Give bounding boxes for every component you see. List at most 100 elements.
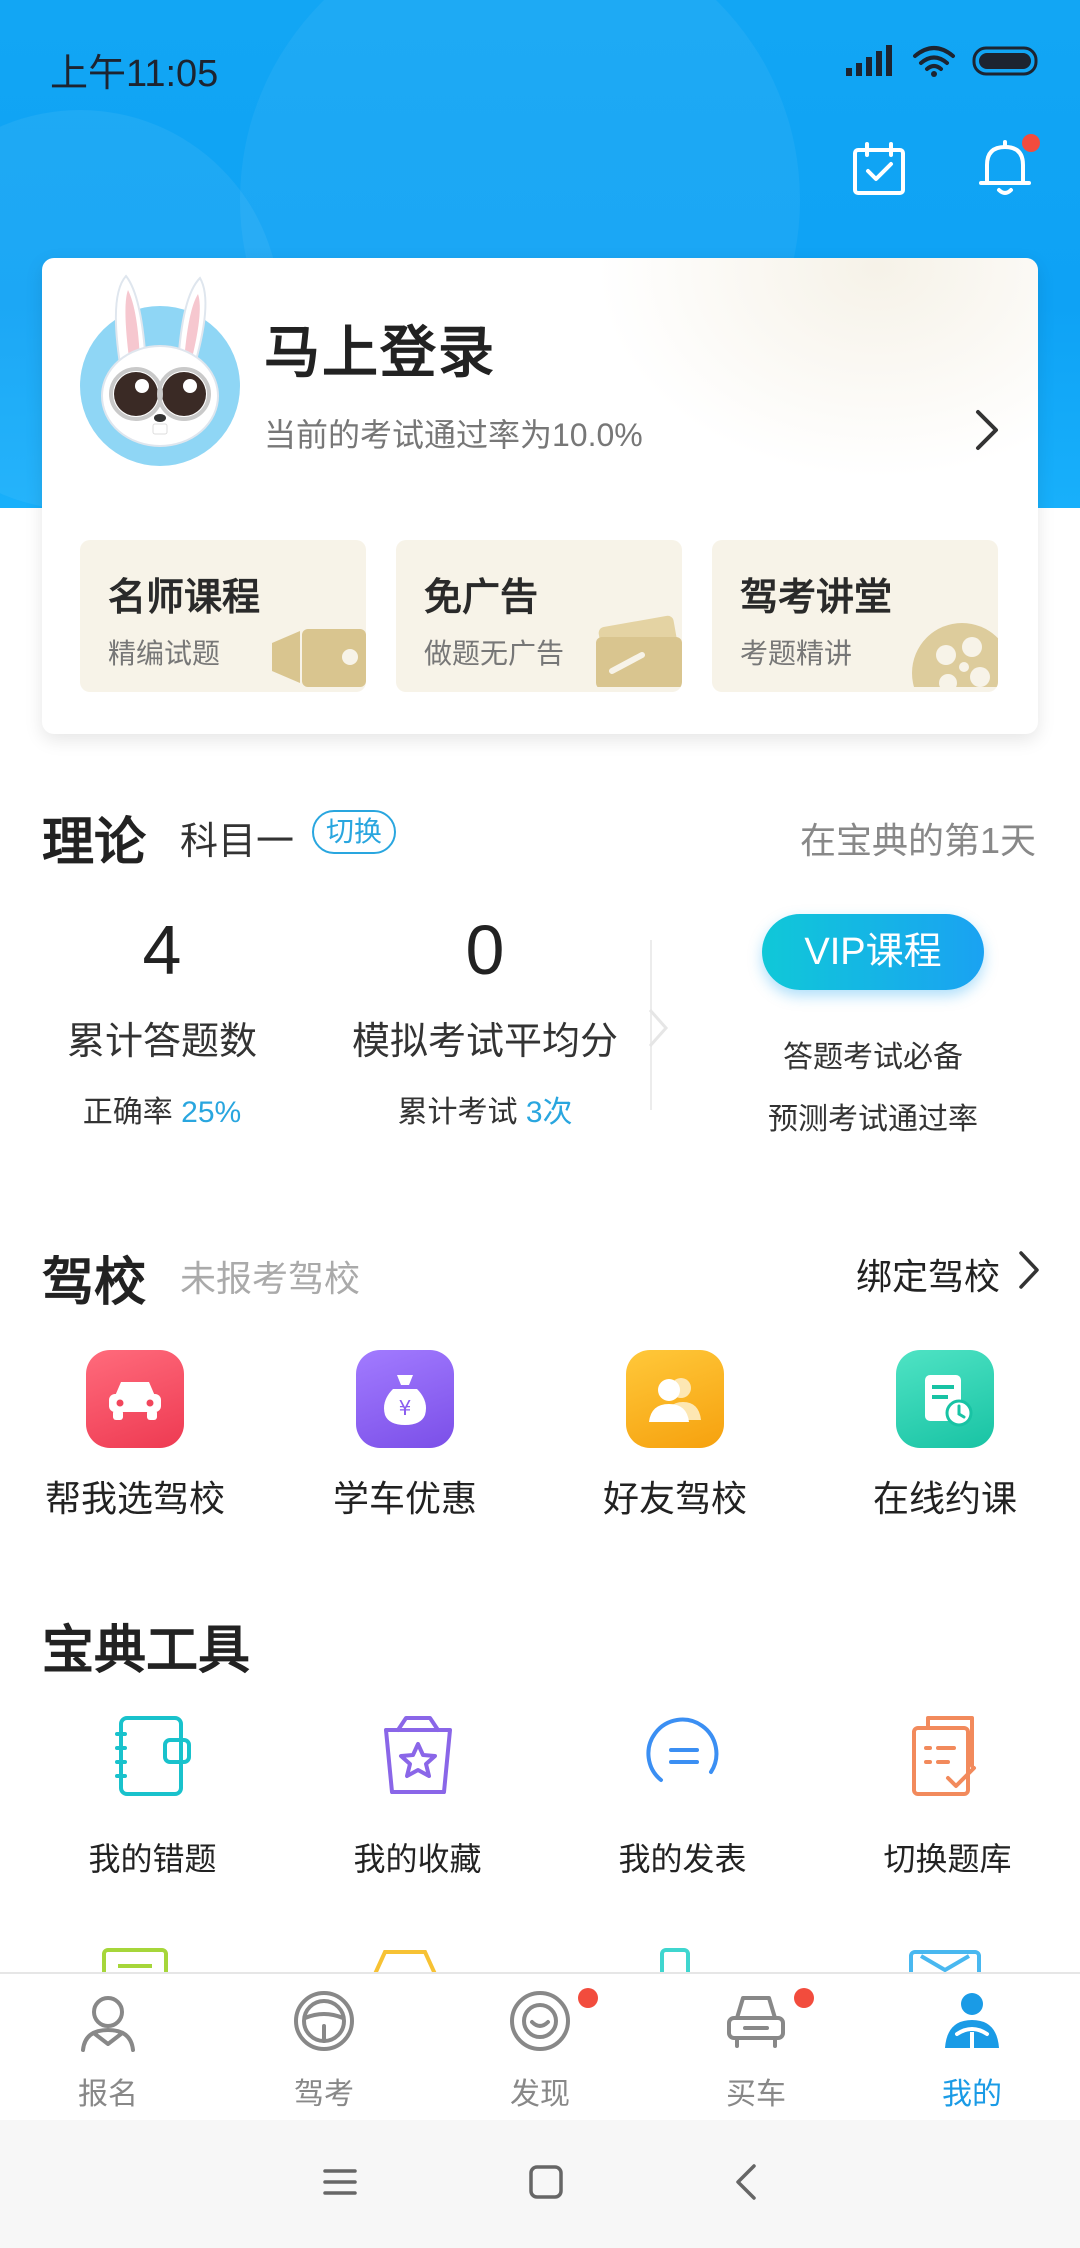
battery-icon xyxy=(972,44,1042,83)
signal-icon xyxy=(846,44,896,83)
theory-subject: 科目一 xyxy=(180,821,295,863)
exam-count-line: 累计考试 3次 xyxy=(330,1087,640,1131)
feature-title: 名师课程 xyxy=(108,577,261,619)
online-booking-shortcut[interactable]: 在线约课 xyxy=(810,1350,1080,1522)
notebook-icon xyxy=(105,1708,201,1804)
feature-no-ads[interactable]: 免广告 做题无广告 xyxy=(396,540,682,692)
my-favorites-tool[interactable]: 我的收藏 xyxy=(285,1708,550,1880)
exam-count-value: 3次 xyxy=(525,1096,573,1129)
discover-badge xyxy=(578,1988,598,2008)
friends-icon xyxy=(626,1350,724,1448)
next-tools-row xyxy=(0,1944,1080,1974)
rabbit-mascot-icon xyxy=(101,274,219,447)
star-bag-icon xyxy=(370,1708,466,1804)
back-icon[interactable] xyxy=(734,2162,758,2207)
home-icon[interactable] xyxy=(528,2164,564,2205)
profile-icon xyxy=(939,1988,1005,2059)
chevron-right-icon xyxy=(1018,1250,1040,1299)
days-in-app: 在宝典的第1天 xyxy=(799,820,1036,861)
profile-card: 马上登录 当前的考试通过率为10.0% 名师课程 精编试题 免广告 做题无广告 … xyxy=(42,258,1038,734)
tool-label: 切换题库 xyxy=(883,1841,1012,1877)
choose-school-shortcut[interactable]: 帮我选驾校 xyxy=(0,1350,270,1522)
my-mistakes-tool[interactable]: 我的错题 xyxy=(20,1708,285,1880)
feature-subtitle: 精编试题 xyxy=(108,638,221,669)
learning-discount-shortcut[interactable]: ¥ 学车优惠 xyxy=(270,1350,540,1522)
tools-title: 宝典工具 xyxy=(42,1622,251,1680)
feature-row: 名师课程 精编试题 免广告 做题无广告 驾考讲堂 考题精讲 xyxy=(80,540,998,692)
exam-count-label: 累计考试 xyxy=(397,1096,518,1129)
feature-famous-teacher-course[interactable]: 名师课程 精编试题 xyxy=(80,540,366,692)
answered-count: 4 xyxy=(142,911,182,989)
switch-subject-button[interactable]: 切换 xyxy=(312,810,397,854)
switch-question-bank-tool[interactable]: 切换题库 xyxy=(815,1708,1080,1880)
check-in-button[interactable] xyxy=(848,140,910,202)
money-bag-icon: ¥ xyxy=(356,1350,454,1448)
notification-badge xyxy=(1022,134,1040,152)
accuracy-value: 25% xyxy=(181,1096,242,1129)
driving-school-shortcuts: 帮我选驾校 ¥ 学车优惠 好友驾校 在线约课 xyxy=(0,1350,1080,1522)
tab-label: 我的 xyxy=(942,2078,1002,2111)
friends-school-shortcut[interactable]: 好友驾校 xyxy=(540,1350,810,1522)
discover-icon xyxy=(507,1988,573,2059)
card-stack-icon xyxy=(592,615,682,692)
film-reel-icon xyxy=(908,617,998,692)
bind-school-link[interactable]: 绑定驾校 xyxy=(856,1248,1040,1300)
buy-car-badge xyxy=(794,1988,814,2008)
my-posts-tool[interactable]: 我的发表 xyxy=(550,1708,815,1880)
tab-label: 发现 xyxy=(510,2078,570,2111)
exam-score-stat[interactable]: 0 模拟考试平均分 累计考试 3次 xyxy=(330,910,640,1131)
tool-peek-icon xyxy=(810,1944,1080,1974)
notification-button[interactable] xyxy=(974,134,1040,202)
video-camera-icon xyxy=(270,617,366,692)
tab-discover[interactable]: 发现 xyxy=(432,1974,648,2120)
tool-label: 我的收藏 xyxy=(353,1841,482,1877)
comment-icon xyxy=(635,1708,731,1804)
tab-label: 驾考 xyxy=(294,2078,354,2111)
schedule-icon xyxy=(896,1350,994,1448)
answered-count-stat[interactable]: 4 累计答题数 正确率 25% xyxy=(42,910,282,1131)
tab-mine[interactable]: 我的 xyxy=(864,1974,1080,2120)
avatar[interactable] xyxy=(80,274,240,466)
school-status: 未报考驾校 xyxy=(180,1258,361,1299)
tools-grid: 我的错题 我的收藏 我的发表 切换题库 xyxy=(0,1708,1080,1880)
menu-icon[interactable] xyxy=(322,2166,358,2203)
chevron-right-icon[interactable] xyxy=(972,406,1002,459)
bottom-tab-bar: 报名 驾考 发现 买车 我的 xyxy=(0,1972,1080,2120)
exam-average-label: 模拟考试平均分 xyxy=(351,1021,618,1063)
shortcut-label: 学车优惠 xyxy=(332,1478,477,1519)
calendar-check-icon xyxy=(851,141,907,202)
pass-rate-text: 当前的考试通过率为10.0% xyxy=(264,417,643,453)
shortcut-label: 好友驾校 xyxy=(602,1478,747,1519)
accuracy-label: 正确率 xyxy=(82,1096,173,1129)
steering-wheel-icon xyxy=(291,1988,357,2059)
wifi-icon xyxy=(912,44,956,83)
shortcut-label: 帮我选驾校 xyxy=(44,1478,225,1519)
car-icon xyxy=(86,1350,184,1448)
vip-course-button[interactable]: VIP课程 xyxy=(762,914,984,990)
theory-title: 理论 xyxy=(42,814,147,872)
tab-driving-test[interactable]: 驾考 xyxy=(216,1974,432,2120)
status-icons xyxy=(846,44,1042,83)
divider-chevron-icon xyxy=(648,1008,670,1053)
tab-signup[interactable]: 报名 xyxy=(0,1974,216,2120)
feature-subtitle: 考题精讲 xyxy=(740,638,853,669)
tool-peek-icon xyxy=(270,1944,540,1974)
answered-label: 累计答题数 xyxy=(66,1021,257,1063)
feature-title: 免广告 xyxy=(424,577,539,619)
system-navigation-bar xyxy=(0,2120,1080,2248)
status-bar: 上午11:05 xyxy=(0,0,1080,120)
bind-school-label: 绑定驾校 xyxy=(855,1256,1000,1297)
vip-benefit-1: 答题考试必备 xyxy=(783,1041,963,1074)
tab-label: 买车 xyxy=(726,2078,786,2111)
question-bank-icon xyxy=(900,1708,996,1804)
svg-text:¥: ¥ xyxy=(399,1396,412,1420)
feature-title: 驾考讲堂 xyxy=(740,577,893,619)
tab-buy-car[interactable]: 买车 xyxy=(648,1974,864,2120)
tab-label: 报名 xyxy=(78,2078,138,2111)
status-time: 上午11:05 xyxy=(50,53,219,95)
feature-driving-lecture[interactable]: 驾考讲堂 考题精讲 xyxy=(712,540,998,692)
tool-peek-icon xyxy=(0,1944,270,1974)
login-title[interactable]: 马上登录 xyxy=(264,308,496,389)
tool-label: 我的发表 xyxy=(618,1841,747,1877)
vip-benefit-2: 预测考试通过率 xyxy=(768,1103,978,1136)
